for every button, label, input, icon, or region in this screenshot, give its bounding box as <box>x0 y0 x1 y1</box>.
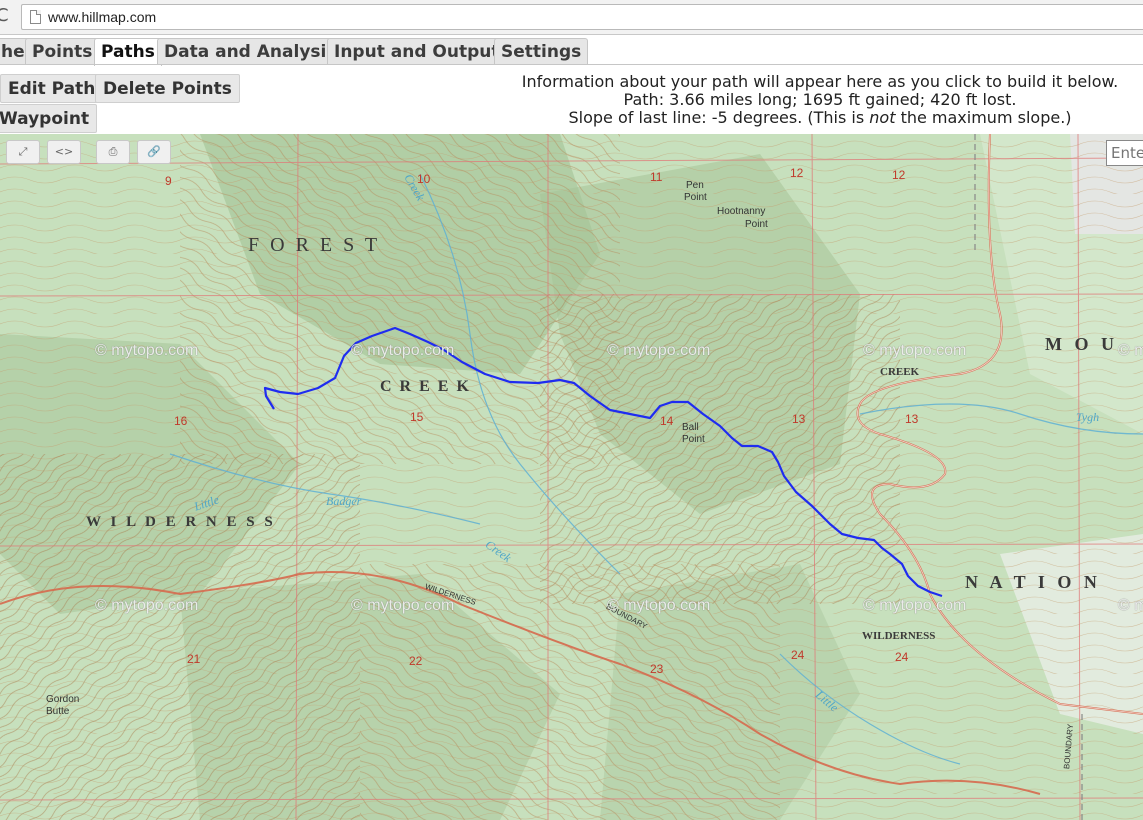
tab-points[interactable]: Points <box>25 38 100 65</box>
label-pen-point: Point <box>684 192 707 203</box>
url-field[interactable]: www.hillmap.com <box>21 4 1143 30</box>
watermark: © mytopo.com <box>1118 342 1143 359</box>
section-number: 22 <box>409 654 423 668</box>
topo-map[interactable]: ⤢ <> ⎙ 🔗 F O R E S T C R E E K W I L D E… <box>0 134 1143 820</box>
tab-divider <box>0 64 1143 65</box>
label-hootnanny-point: Point <box>745 219 768 230</box>
topo-map-canvas <box>0 134 1143 820</box>
edit-path-button[interactable]: Edit Path <box>0 74 104 103</box>
section-number: 15 <box>410 410 424 424</box>
watermark: © mytopo.com <box>351 597 455 614</box>
watermark: © mytopo.com <box>607 597 711 614</box>
section-number: 9 <box>165 174 172 188</box>
fullscreen-icon[interactable]: ⤢ <box>6 140 40 164</box>
link-icon[interactable]: 🔗 <box>137 140 171 164</box>
section-number: 13 <box>792 412 806 426</box>
tab-paths[interactable]: Paths <box>94 38 162 66</box>
delete-points-button[interactable]: Delete Points <box>95 74 240 103</box>
label-badger: Badger <box>326 494 362 508</box>
section-number: 24 <box>895 650 909 664</box>
section-number: 12 <box>790 166 804 180</box>
label-nation: N A T I O N <box>965 572 1101 592</box>
waypoint-button[interactable]: Waypoint <box>0 104 98 133</box>
label-wilderness-small: WILDERNESS <box>862 630 936 642</box>
section-number: 11 <box>650 170 663 184</box>
code-icon[interactable]: <> <box>47 140 81 164</box>
watermark: © mytopo.com <box>95 597 199 614</box>
watermark: © mytopo.com <box>351 342 455 359</box>
label-tygh: Tygh <box>1076 410 1100 424</box>
label-ball-point: Point <box>682 434 705 445</box>
map-search-input[interactable] <box>1106 140 1143 166</box>
label-creek-small: CREEK <box>880 366 920 378</box>
info-line-1: Information about your path will appear … <box>521 72 1119 91</box>
section-number: 14 <box>660 414 674 428</box>
tab-data-and-analysis[interactable]: Data and Analysis <box>157 38 344 65</box>
info-line-3-text: Slope of last line: -5 degrees. (This is <box>568 108 870 127</box>
label-ball: Ball <box>682 422 699 433</box>
print-icon[interactable]: ⎙ <box>96 140 130 164</box>
info-line-2: Path: 3.66 miles long; 1695 ft gained; 4… <box>623 90 1017 109</box>
url-text: www.hillmap.com <box>48 9 157 25</box>
label-wilderness: W I L D E R N E S S <box>86 514 276 530</box>
watermark: © mytopo.com <box>1118 597 1143 614</box>
info-line-3-emphasis: not <box>869 108 896 127</box>
section-number: 12 <box>892 168 906 182</box>
tab-bar: he Points Paths Data and Analysis Input … <box>0 36 1143 66</box>
section-number: 24 <box>791 648 805 662</box>
watermark: © mytopo.com <box>863 342 967 359</box>
label-gordon: Gordon <box>46 694 80 705</box>
path-info: Information about your path will appear … <box>500 73 1140 127</box>
section-number: 10 <box>417 172 431 186</box>
tab-input-and-output[interactable]: Input and Output <box>327 38 507 65</box>
label-gordon-butte: Butte <box>46 706 70 717</box>
page-icon <box>30 10 41 24</box>
label-mou: M O U <box>1045 334 1118 354</box>
watermark: © mytopo.com <box>95 342 199 359</box>
browser-address-bar: C www.hillmap.com <box>0 0 1143 35</box>
reload-icon[interactable]: C <box>0 5 10 27</box>
label-creek: C R E E K <box>380 378 471 395</box>
section-number: 23 <box>650 662 664 676</box>
tab-settings[interactable]: Settings <box>494 38 589 65</box>
label-hootnanny: Hootnanny <box>717 206 766 217</box>
watermark: © mytopo.com <box>607 342 711 359</box>
section-number: 16 <box>174 414 188 428</box>
info-line-3: Slope of last line: -5 degrees. (This is… <box>500 109 1140 127</box>
info-line-3-suffix: the maximum slope.) <box>895 108 1072 127</box>
label-forest: F O R E S T <box>248 234 381 256</box>
watermark: © mytopo.com <box>863 597 967 614</box>
section-number: 21 <box>187 652 201 666</box>
label-pen: Pen <box>686 180 704 191</box>
section-number: 13 <box>905 412 919 426</box>
